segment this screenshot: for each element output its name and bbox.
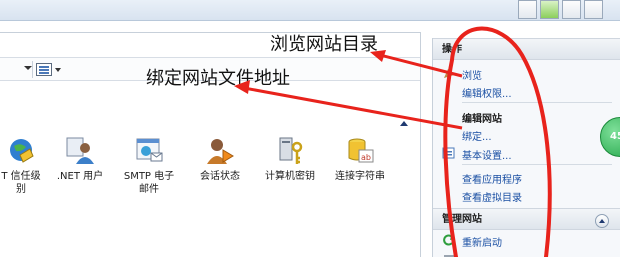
bindings-link[interactable]: 绑定... bbox=[462, 128, 492, 143]
toolbar-separator bbox=[32, 61, 33, 78]
feature-label: 会话状态 bbox=[200, 171, 240, 182]
basic-settings-link[interactable]: 基本设置... bbox=[462, 147, 512, 162]
section-divider bbox=[462, 102, 612, 103]
trust-level-icon bbox=[6, 136, 36, 166]
toolbar-button[interactable] bbox=[562, 0, 581, 19]
toolbar-button[interactable] bbox=[540, 0, 559, 19]
toolbar-button[interactable] bbox=[518, 0, 537, 19]
browse-icon bbox=[442, 66, 456, 80]
connection-strings-icon: ab bbox=[345, 136, 375, 166]
edit-site-heading: 编辑网站 bbox=[462, 114, 502, 125]
feature-trust-level[interactable]: T 信任级 别 bbox=[0, 136, 48, 196]
stop-icon bbox=[442, 253, 456, 257]
feature-label: T 信任级 别 bbox=[1, 171, 41, 195]
collapse-section-button[interactable] bbox=[595, 214, 609, 228]
view-virtual-directories-link[interactable]: 查看虚拟目录 bbox=[462, 189, 522, 204]
svg-text:ab: ab bbox=[361, 153, 371, 162]
browse-link[interactable]: 浏览 bbox=[462, 67, 482, 82]
section-divider bbox=[462, 164, 612, 165]
session-state-icon bbox=[205, 136, 235, 166]
collapse-group-icon[interactable] bbox=[400, 121, 408, 126]
feature-connection-strings[interactable]: ab 连接字符串 bbox=[328, 136, 392, 183]
binding-address-annotation: 绑定网站文件地址 bbox=[146, 68, 290, 89]
actions-pane: 操作 浏览 编辑权限... 编辑网站 绑定... 基本设置... 查看应用程序 … bbox=[432, 38, 620, 257]
feature-machine-key[interactable]: 计算机密钥 bbox=[254, 136, 326, 183]
smtp-email-icon bbox=[134, 136, 164, 166]
edit-permissions-link[interactable]: 编辑权限... bbox=[462, 85, 512, 100]
toolbar-button[interactable] bbox=[584, 0, 603, 19]
feature-label: 连接字符串 bbox=[335, 171, 385, 182]
feature-smtp-email[interactable]: SMTP 电子 邮件 bbox=[116, 136, 182, 196]
manage-site-header: 管理网站 bbox=[433, 208, 620, 230]
window-top-strip bbox=[0, 0, 620, 21]
restart-link[interactable]: 重新启动 bbox=[462, 234, 502, 249]
feature-session-state[interactable]: 会话状态 bbox=[190, 136, 250, 183]
feature-dotnet-users[interactable]: .NET 用户 bbox=[50, 136, 110, 183]
view-mode-dropdown-arrow-icon[interactable] bbox=[55, 68, 61, 72]
group-by-dropdown-arrow-icon[interactable] bbox=[24, 66, 32, 70]
feature-label: SMTP 电子 邮件 bbox=[123, 171, 175, 195]
feature-label: .NET 用户 bbox=[56, 171, 104, 182]
browse-directory-annotation: 浏览网站目录 bbox=[270, 34, 378, 55]
feature-label: 计算机密钥 bbox=[265, 171, 315, 182]
machine-key-icon bbox=[275, 136, 305, 166]
basic-settings-icon bbox=[442, 146, 456, 160]
actions-header: 操作 bbox=[433, 38, 620, 60]
view-mode-icon[interactable] bbox=[36, 63, 52, 76]
restart-icon bbox=[442, 233, 456, 247]
dotnet-users-icon bbox=[65, 136, 95, 166]
view-applications-link[interactable]: 查看应用程序 bbox=[462, 171, 522, 186]
